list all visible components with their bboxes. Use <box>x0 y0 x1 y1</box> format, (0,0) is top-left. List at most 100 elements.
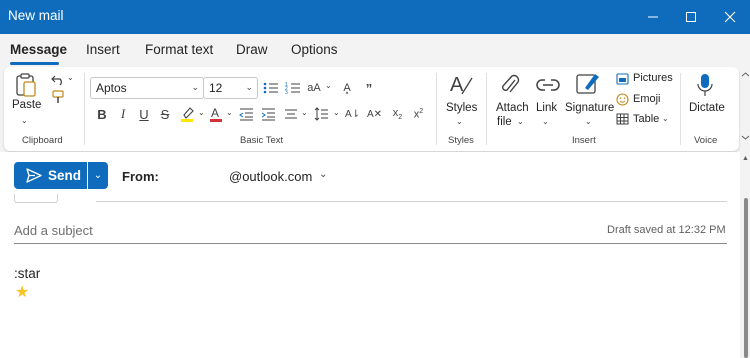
undo-chevron-icon[interactable]: ⌄ <box>67 73 74 82</box>
change-case-button[interactable]: aA <box>305 79 323 97</box>
styles-text-button[interactable]: A⇂ <box>344 105 361 123</box>
underline-button[interactable]: U <box>136 105 152 123</box>
font-color-button[interactable]: A <box>208 105 224 123</box>
close-button[interactable] <box>713 0 747 34</box>
format-painter-icon <box>52 90 64 103</box>
separator <box>84 73 85 145</box>
font-name-select[interactable]: Aptos ⌄ <box>90 77 204 99</box>
change-case-chevron-icon[interactable]: ⌄ <box>325 81 332 90</box>
decrease-indent-icon <box>239 108 253 120</box>
link-button[interactable] <box>534 72 562 98</box>
emoji-label[interactable]: Emoji <box>633 93 661 105</box>
styles-icon: A <box>450 74 473 96</box>
from-account[interactable]: @outlook.com <box>229 169 312 184</box>
styles-button[interactable]: A <box>447 71 475 99</box>
basic-text-group-label: Basic Text <box>240 135 284 146</box>
signature-button[interactable] <box>574 70 602 98</box>
separator <box>680 73 681 145</box>
undo-button[interactable] <box>50 71 66 87</box>
link-chevron-icon[interactable]: ⌄ <box>542 117 549 126</box>
send-options-button[interactable]: ⌄ <box>88 162 108 189</box>
send-button[interactable]: Send <box>14 162 87 189</box>
from-chevron-icon[interactable]: ⌄ <box>319 169 327 180</box>
to-field-button[interactable] <box>14 194 58 203</box>
align-chevron-icon[interactable]: ⌄ <box>301 108 308 117</box>
table-label[interactable]: Table <box>633 113 659 125</box>
attach-file-button[interactable] <box>498 72 522 98</box>
font-name-value: Aptos <box>96 81 127 95</box>
ribbon: Paste ⌄ ⌄ Clipboard Aptos ⌄ 12 ⌄ 123 aA … <box>4 67 739 151</box>
table-chevron-icon[interactable]: ⌄ <box>662 114 669 123</box>
minimize-button[interactable] <box>636 0 670 34</box>
format-painter-button[interactable] <box>50 89 66 105</box>
superscript-button[interactable]: x2 <box>410 105 427 123</box>
bullets-button[interactable] <box>262 79 280 97</box>
attach-chevron-icon[interactable]: ⌄ <box>517 117 524 126</box>
increase-indent-button[interactable] <box>260 105 277 123</box>
tab-insert[interactable]: Insert <box>86 42 120 57</box>
window-title: New mail <box>8 8 64 23</box>
undo-icon <box>51 75 62 86</box>
clear-all-button[interactable]: A✕ <box>366 105 383 123</box>
maximize-button[interactable] <box>674 0 708 34</box>
line-spacing-button[interactable] <box>313 105 330 123</box>
svg-text:A: A <box>211 106 219 120</box>
numbering-icon: 123 <box>285 82 300 95</box>
scrollbar-thumb[interactable] <box>744 198 748 358</box>
italic-icon: I <box>120 106 126 121</box>
highlighter-icon <box>181 107 194 122</box>
dictate-button[interactable] <box>694 71 716 99</box>
bold-button[interactable]: B <box>94 105 110 123</box>
link-icon <box>536 79 560 91</box>
quote-button[interactable]: ” <box>360 79 378 97</box>
subject-underline <box>14 243 727 244</box>
align-button[interactable] <box>282 105 299 123</box>
paste-label: Paste <box>12 99 42 111</box>
emoji-icon <box>615 92 629 106</box>
tab-options[interactable]: Options <box>291 42 338 57</box>
chevron-down-icon: ⌄ <box>93 170 103 181</box>
styles-chevron-icon[interactable]: ⌄ <box>456 117 463 126</box>
line-spacing-chevron-icon[interactable]: ⌄ <box>333 108 340 117</box>
highlight-chevron-icon[interactable]: ⌄ <box>198 108 205 117</box>
microphone-icon <box>697 74 713 96</box>
strikethrough-button[interactable]: S <box>157 105 173 123</box>
strikethrough-icon: S <box>160 106 170 122</box>
chevron-up-icon <box>741 72 750 77</box>
change-case-icon: aA <box>307 82 321 94</box>
numbering-button[interactable]: 123 <box>284 79 302 97</box>
title-bar: New mail <box>0 0 750 34</box>
separator <box>436 73 437 145</box>
maximize-icon <box>686 12 696 22</box>
pictures-label[interactable]: Pictures <box>633 72 673 84</box>
table-button[interactable] <box>615 112 629 126</box>
subscript-icon: x2 <box>392 106 403 122</box>
tab-draw[interactable]: Draw <box>236 42 268 57</box>
font-color-chevron-icon[interactable]: ⌄ <box>226 108 233 117</box>
minimize-icon <box>648 16 658 18</box>
signature-chevron-icon[interactable]: ⌄ <box>585 117 592 126</box>
subscript-button[interactable]: x2 <box>389 105 406 123</box>
from-label: From: <box>122 169 159 184</box>
scroll-up-icon[interactable]: ▲ <box>742 155 749 162</box>
paste-chevron-icon[interactable]: ⌄ <box>21 116 28 125</box>
dictate-label: Dictate <box>689 102 725 114</box>
ribbon-scroll-control[interactable] <box>741 70 750 150</box>
emoji-button[interactable] <box>615 92 629 106</box>
paste-button[interactable] <box>12 71 40 99</box>
subject-input[interactable]: Add a subject <box>14 223 93 238</box>
tab-format-text[interactable]: Format text <box>145 42 213 57</box>
styles-label: Styles <box>446 102 478 114</box>
font-size-select[interactable]: 12 ⌄ <box>203 77 258 99</box>
send-icon <box>26 168 42 183</box>
pictures-icon <box>615 73 629 85</box>
message-body-text[interactable]: :star <box>14 266 40 281</box>
tab-message[interactable]: Message <box>10 42 67 57</box>
clear-formatting-icon: A͓ <box>343 82 351 94</box>
highlight-button[interactable] <box>178 105 196 123</box>
italic-button[interactable]: I <box>115 105 131 123</box>
pictures-button[interactable] <box>615 72 629 86</box>
bold-icon: B <box>97 106 107 122</box>
decrease-indent-button[interactable] <box>238 105 255 123</box>
clear-formatting-button[interactable]: A͓ <box>338 79 356 97</box>
